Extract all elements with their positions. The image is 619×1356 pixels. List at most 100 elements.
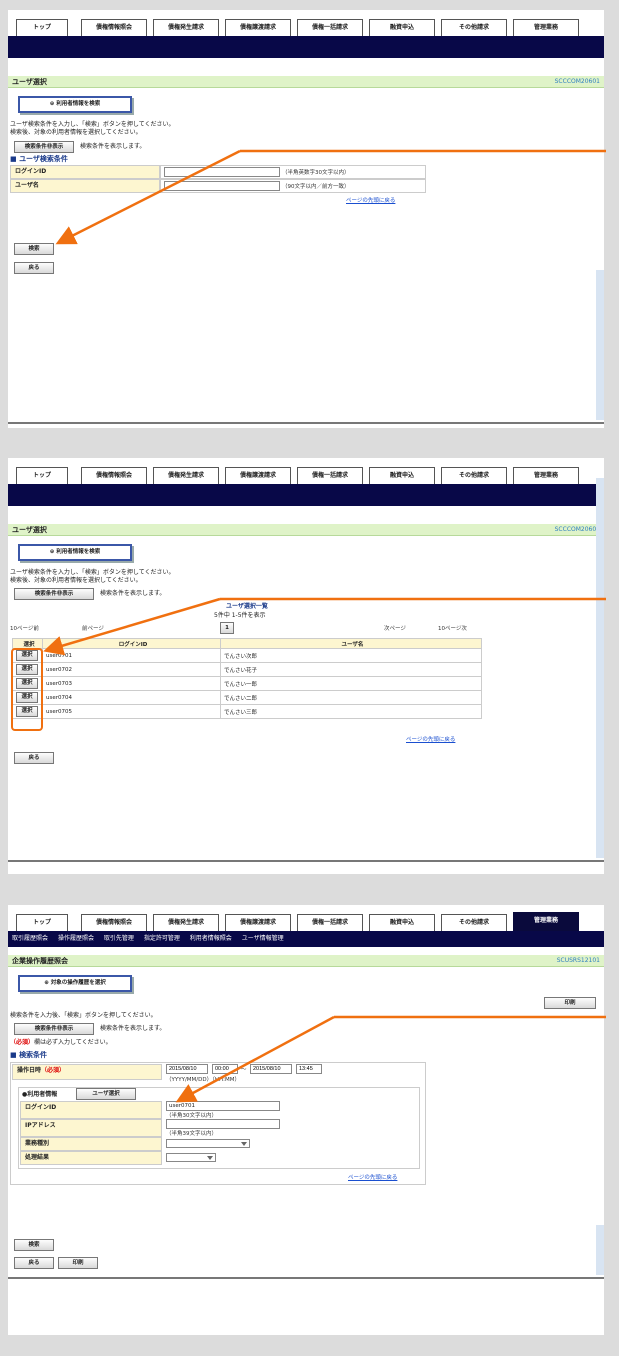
toggle-note: 検索条件を表示します。 xyxy=(100,1025,166,1032)
user-name-cell: でんさい一郎 xyxy=(220,676,482,691)
tab-credit-issue[interactable]: 債権発生請求 xyxy=(153,914,219,931)
page-top-link[interactable]: ページの先頭に戻る xyxy=(406,735,455,743)
login-id-label: ログインID xyxy=(10,165,160,179)
prev-10-pages[interactable]: 10ページ前 xyxy=(10,624,39,632)
instruction-text-2: 検索後、対象の利用者情報を選択してください。 xyxy=(10,129,142,136)
section-heading: ユーザ検索条件 xyxy=(10,154,68,164)
time-from-input[interactable] xyxy=(212,1064,238,1074)
screen-operation-history: トップ 債権情報照会 債権発生請求 債権譲渡請求 債権一括請求 融資申込 その他… xyxy=(8,905,604,1335)
user-name-input[interactable] xyxy=(164,181,280,191)
navy-header-bar xyxy=(8,36,604,58)
date-from-input[interactable] xyxy=(166,1064,208,1074)
tab-finance[interactable]: 融資申込 xyxy=(369,914,435,931)
tab-credit-transfer[interactable]: 債権譲渡請求 xyxy=(225,914,291,931)
toggle-conditions-button[interactable]: 検索条件非表示 xyxy=(14,141,74,153)
back-button[interactable]: 戻る xyxy=(14,262,54,274)
login-id-hint: （半角英数字30文字以内） xyxy=(282,170,350,176)
bottom-rule xyxy=(8,1277,604,1279)
right-edge-band xyxy=(596,1225,604,1275)
print-button-bottom[interactable]: 印刷 xyxy=(58,1257,98,1269)
page-top-link[interactable]: ページの先頭に戻る xyxy=(346,196,395,204)
datetime-required-tag: （必須） xyxy=(41,1067,66,1074)
tab-credit-inquiry[interactable]: 債権情報照会 xyxy=(81,19,147,36)
datetime-label-text: 操作日時 xyxy=(17,1067,42,1074)
tab-top[interactable]: トップ xyxy=(16,19,68,36)
user-info-label: ●利用者情報 xyxy=(22,1091,58,1098)
tab-credit-transfer[interactable]: 債権譲渡請求 xyxy=(225,19,291,36)
back-button[interactable]: 戻る xyxy=(14,752,54,764)
tab-credit-issue[interactable]: 債権発生請求 xyxy=(153,467,219,484)
toggle-note: 検索条件を表示します。 xyxy=(80,143,146,150)
tab-credit-transfer[interactable]: 債権譲渡請求 xyxy=(225,467,291,484)
page-number-1[interactable]: 1 xyxy=(220,622,234,634)
user-name-cell: でんさい次郎 xyxy=(220,648,482,663)
screen-code: SCCCOM20601 xyxy=(554,526,600,533)
tab-finance[interactable]: 融資申込 xyxy=(369,467,435,484)
bottom-rule xyxy=(8,422,604,424)
tab-other[interactable]: その他請求 xyxy=(441,467,507,484)
tab-credit-batch[interactable]: 債権一括請求 xyxy=(297,914,363,931)
tab-admin[interactable]: 管理業務 xyxy=(513,19,579,36)
user-select-button[interactable]: ユーザ選択 xyxy=(76,1088,136,1100)
login-id-input[interactable] xyxy=(164,167,280,177)
submenu-partner-mgmt[interactable]: 取引先管理 xyxy=(104,935,134,942)
tab-credit-batch[interactable]: 債権一括請求 xyxy=(297,19,363,36)
toggle-conditions-button[interactable]: 検索条件非表示 xyxy=(14,1023,94,1035)
tab-admin[interactable]: 管理業務 xyxy=(513,912,579,931)
user-list-table: 選択 ログインID ユーザ名 選択 user0701 でんさい次郎 選択 use… xyxy=(12,638,482,719)
instruction-text-1: ユーザ検索条件を入力し、「検索」ボタンを押してください。 xyxy=(10,569,175,576)
toggle-conditions-button[interactable]: 検索条件非表示 xyxy=(14,588,94,600)
tab-other[interactable]: その他請求 xyxy=(441,914,507,931)
tab-top[interactable]: トップ xyxy=(16,914,68,931)
submenu-user-info[interactable]: 利用者情報照会 xyxy=(190,935,232,942)
tab-finance[interactable]: 融資申込 xyxy=(369,19,435,36)
result-select[interactable] xyxy=(166,1153,216,1162)
login-id-cell: user0702 xyxy=(42,662,221,677)
bottom-rule xyxy=(8,860,604,862)
tab-credit-issue[interactable]: 債権発生請求 xyxy=(153,19,219,36)
time-to-input[interactable] xyxy=(296,1064,322,1074)
tab-credit-inquiry[interactable]: 債権情報照会 xyxy=(81,914,147,931)
login-id-label: ログインID xyxy=(20,1101,162,1119)
section-heading: 検索条件 xyxy=(10,1050,47,1060)
screen-user-select-list: トップ 債権情報照会 債権発生請求 債権譲渡請求 債権一括請求 融資申込 その他… xyxy=(8,458,604,874)
tilde: ～ xyxy=(241,1067,247,1073)
tab-top[interactable]: トップ xyxy=(16,467,68,484)
instruction-text: 検索条件を入力後、「検索」ボタンを押してください。 xyxy=(10,1012,157,1019)
business-type-select[interactable] xyxy=(166,1139,250,1148)
user-name-cell: でんさい三郎 xyxy=(220,704,482,719)
col-select-header: 選択 xyxy=(12,638,43,649)
submenu-user-mgmt[interactable]: ユーザ情報管理 xyxy=(242,935,284,942)
title-bar: ユーザ選択 SCCCOM20601 xyxy=(8,524,604,536)
submenu-operation-history[interactable]: 操作履歴照会 xyxy=(58,935,94,942)
tab-credit-batch[interactable]: 債権一括請求 xyxy=(297,467,363,484)
result-count: 5件中 1-5件を表示 xyxy=(214,612,266,619)
next-page[interactable]: 次ページ xyxy=(384,624,406,632)
tab-credit-inquiry[interactable]: 債権情報照会 xyxy=(81,467,147,484)
date-to-input[interactable] xyxy=(250,1064,292,1074)
table-row: 選択 user0701 でんさい次郎 xyxy=(12,648,482,663)
submenu-trade-history[interactable]: 取引履歴照会 xyxy=(12,935,48,942)
submenu-permit-mgmt[interactable]: 指定許可管理 xyxy=(144,935,180,942)
search-button[interactable]: 検索 xyxy=(14,243,54,255)
screen-code: SCCCOM20601 xyxy=(554,78,600,85)
login-id-input[interactable]: user0701 xyxy=(166,1101,280,1111)
tab-admin[interactable]: 管理業務 xyxy=(513,467,579,484)
business-type-label: 業務種別 xyxy=(20,1137,162,1151)
prev-page[interactable]: 前ページ xyxy=(82,624,104,632)
list-title: ユーザ選択一覧 xyxy=(226,603,268,610)
next-10-pages[interactable]: 10ページ次 xyxy=(438,624,467,632)
login-id-cell: user0704 xyxy=(42,690,221,705)
user-name-cell: でんさい花子 xyxy=(220,662,482,677)
search-button[interactable]: 検索 xyxy=(14,1239,54,1251)
ip-address-input[interactable] xyxy=(166,1119,280,1129)
tab-other[interactable]: その他請求 xyxy=(441,19,507,36)
instruction-text-1: ユーザ検索条件を入力し、「検索」ボタンを押してください。 xyxy=(10,121,175,128)
back-button[interactable]: 戻る xyxy=(14,1257,54,1269)
page-top-link[interactable]: ページの先頭に戻る xyxy=(348,1173,397,1181)
datetime-label: 操作日時（必須） xyxy=(12,1064,162,1080)
print-button[interactable]: 印刷 xyxy=(544,997,596,1009)
step-indicator: ⊕ 対象の操作履歴を選択 xyxy=(18,975,132,992)
step-indicator: ⊕ 利用者情報を検索 xyxy=(18,544,132,561)
ip-address-label: IPアドレス xyxy=(20,1119,162,1137)
